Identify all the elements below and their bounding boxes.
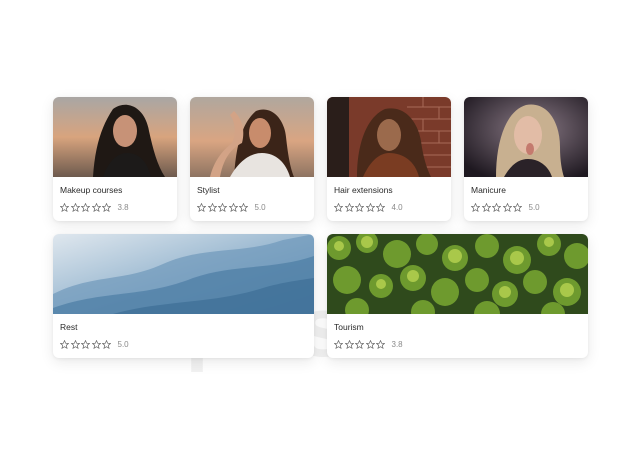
card-image: [327, 97, 451, 177]
rating: 5.0: [197, 203, 266, 212]
star-icon[interactable]: [218, 203, 227, 212]
star-icon[interactable]: [60, 203, 69, 212]
star-icon[interactable]: [207, 203, 217, 212]
rating-value: 5.0: [117, 340, 129, 349]
rating: 5.0: [471, 203, 540, 212]
star-icon[interactable]: [91, 203, 101, 212]
star-icon[interactable]: [492, 203, 501, 212]
rating: 3.8: [334, 340, 403, 349]
star-icon[interactable]: [376, 203, 385, 212]
category-card-makeup-courses[interactable]: Makeup courses 3.8: [53, 97, 177, 221]
star-icon[interactable]: [81, 340, 90, 349]
card-title: Stylist: [197, 185, 220, 195]
card-image: [464, 97, 588, 177]
star-icon[interactable]: [344, 203, 354, 212]
card-image: [190, 97, 314, 177]
star-icon[interactable]: [355, 340, 364, 349]
star-icon[interactable]: [355, 203, 364, 212]
rating-value: 4.0: [391, 203, 403, 212]
rating-value: 5.0: [528, 203, 540, 212]
star-icon[interactable]: [513, 203, 522, 212]
star-icon[interactable]: [334, 203, 343, 212]
rating-value: 5.0: [254, 203, 266, 212]
star-icon[interactable]: [70, 340, 80, 349]
star-icon[interactable]: [481, 203, 491, 212]
card-title: Hair extensions: [334, 185, 393, 195]
star-icon[interactable]: [70, 203, 80, 212]
rating-value: 3.8: [117, 203, 129, 212]
star-icon[interactable]: [365, 203, 375, 212]
category-card-tourism[interactable]: Tourism 3.8: [327, 234, 588, 358]
card-title: Rest: [60, 322, 78, 332]
category-card-rest[interactable]: Rest 5.0: [53, 234, 314, 358]
card-image: [53, 97, 177, 177]
star-icon[interactable]: [471, 203, 480, 212]
card-image: [53, 234, 314, 314]
star-icon[interactable]: [102, 340, 111, 349]
rating: 4.0: [334, 203, 403, 212]
star-icon[interactable]: [60, 340, 69, 349]
star-icon[interactable]: [334, 340, 343, 349]
card-title: Manicure: [471, 185, 506, 195]
category-card-hair-extensions[interactable]: Hair extensions 4.0: [327, 97, 451, 221]
card-image: [327, 234, 588, 314]
star-icon[interactable]: [344, 340, 354, 349]
star-icon[interactable]: [365, 340, 375, 349]
category-card-manicure[interactable]: Manicure 5.0: [464, 97, 588, 221]
rating: 3.8: [60, 203, 129, 212]
star-icon[interactable]: [102, 203, 111, 212]
card-title: Tourism: [334, 322, 364, 332]
card-title: Makeup courses: [60, 185, 123, 195]
star-icon[interactable]: [228, 203, 238, 212]
rating: 5.0: [60, 340, 129, 349]
star-icon[interactable]: [502, 203, 512, 212]
star-icon[interactable]: [81, 203, 90, 212]
category-card-stylist[interactable]: Stylist 5.0: [190, 97, 314, 221]
rating-value: 3.8: [391, 340, 403, 349]
star-icon[interactable]: [91, 340, 101, 349]
star-icon[interactable]: [376, 340, 385, 349]
star-icon[interactable]: [239, 203, 248, 212]
star-icon[interactable]: [197, 203, 206, 212]
